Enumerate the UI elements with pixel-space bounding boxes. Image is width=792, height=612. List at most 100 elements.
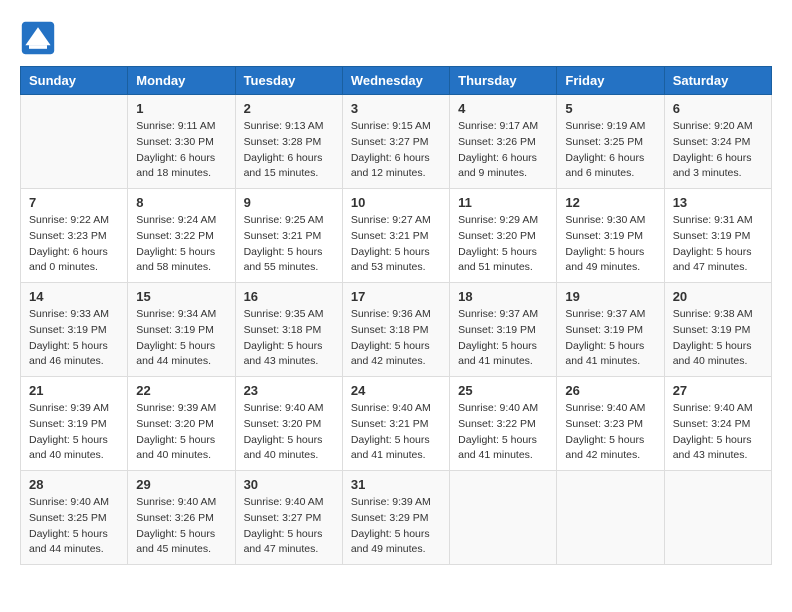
day-number: 21 [29, 383, 119, 398]
day-info: Sunrise: 9:30 AM Sunset: 3:19 PM Dayligh… [565, 213, 655, 276]
calendar-cell: 30 Sunrise: 9:40 AM Sunset: 3:27 PM Dayli… [235, 471, 342, 565]
calendar-cell: 1Sunrise: 9:11 AM Sunset: 3:30 PM Daylig… [128, 95, 235, 189]
day-info: Sunrise: 9:29 AM Sunset: 3:20 PM Dayligh… [458, 213, 548, 276]
day-number: 11 [458, 195, 548, 210]
day-info: Sunrise: 9:39 AM Sunset: 3:19 PM Dayligh… [29, 401, 119, 464]
day-number: 17 [351, 289, 441, 304]
day-number: 6 [673, 101, 763, 116]
week-row-2: 7 Sunrise: 9:22 AM Sunset: 3:23 PM Daylig… [21, 189, 772, 283]
header-cell-tuesday: Tuesday [235, 67, 342, 95]
calendar-cell: 3 Sunrise: 9:15 AM Sunset: 3:27 PM Daylig… [342, 95, 449, 189]
calendar-cell: 6 Sunrise: 9:20 AM Sunset: 3:24 PM Daylig… [664, 95, 771, 189]
day-info: Sunrise: 9:38 AM Sunset: 3:19 PM Dayligh… [673, 307, 763, 370]
day-info: Sunrise: 9:37 AM Sunset: 3:19 PM Dayligh… [565, 307, 655, 370]
calendar-cell: 15Sunrise: 9:34 AM Sunset: 3:19 PM Dayli… [128, 283, 235, 377]
day-info: Sunrise: 9:39 AM Sunset: 3:29 PM Dayligh… [351, 495, 441, 558]
day-info: Sunrise: 9:15 AM Sunset: 3:27 PM Dayligh… [351, 119, 441, 182]
header-cell-wednesday: Wednesday [342, 67, 449, 95]
calendar-table: SundayMondayTuesdayWednesdayThursdayFrid… [20, 66, 772, 565]
day-info: Sunrise: 9:11 AM Sunset: 3:30 PM Dayligh… [136, 119, 226, 182]
day-info: Sunrise: 9:40 AM Sunset: 3:22 PM Dayligh… [458, 401, 548, 464]
day-info: Sunrise: 9:34 AM Sunset: 3:19 PM Dayligh… [136, 307, 226, 370]
day-number: 19 [565, 289, 655, 304]
day-number: 16 [244, 289, 334, 304]
calendar-cell: 23Sunrise: 9:40 AM Sunset: 3:20 PM Dayli… [235, 377, 342, 471]
day-info: Sunrise: 9:27 AM Sunset: 3:21 PM Dayligh… [351, 213, 441, 276]
calendar-cell: 14 Sunrise: 9:33 AM Sunset: 3:19 PM Dayli… [21, 283, 128, 377]
calendar-cell: 31 Sunrise: 9:39 AM Sunset: 3:29 PM Dayli… [342, 471, 449, 565]
day-number: 18 [458, 289, 548, 304]
day-info: Sunrise: 9:19 AM Sunset: 3:25 PM Dayligh… [565, 119, 655, 182]
day-number: 29 [136, 477, 226, 492]
calendar-cell: 27 Sunrise: 9:40 AM Sunset: 3:24 PM Dayli… [664, 377, 771, 471]
calendar-cell: 2 Sunrise: 9:13 AM Sunset: 3:28 PM Daylig… [235, 95, 342, 189]
calendar-cell: 18 Sunrise: 9:37 AM Sunset: 3:19 PM Dayli… [450, 283, 557, 377]
day-info: Sunrise: 9:22 AM Sunset: 3:23 PM Dayligh… [29, 213, 119, 276]
calendar-cell: 4 Sunrise: 9:17 AM Sunset: 3:26 PM Daylig… [450, 95, 557, 189]
calendar-cell: 11 Sunrise: 9:29 AM Sunset: 3:20 PM Dayli… [450, 189, 557, 283]
header-row: SundayMondayTuesdayWednesdayThursdayFrid… [21, 67, 772, 95]
calendar-cell: 19 Sunrise: 9:37 AM Sunset: 3:19 PM Dayli… [557, 283, 664, 377]
calendar-cell: 25 Sunrise: 9:40 AM Sunset: 3:22 PM Dayli… [450, 377, 557, 471]
day-info: Sunrise: 9:40 AM Sunset: 3:21 PM Dayligh… [351, 401, 441, 464]
calendar-cell: 7 Sunrise: 9:22 AM Sunset: 3:23 PM Daylig… [21, 189, 128, 283]
day-info: Sunrise: 9:20 AM Sunset: 3:24 PM Dayligh… [673, 119, 763, 182]
day-number: 14 [29, 289, 119, 304]
calendar-cell: 22Sunrise: 9:39 AM Sunset: 3:20 PM Dayli… [128, 377, 235, 471]
day-number: 8 [136, 195, 226, 210]
day-number: 3 [351, 101, 441, 116]
day-info: Sunrise: 9:25 AM Sunset: 3:21 PM Dayligh… [244, 213, 334, 276]
header-cell-saturday: Saturday [664, 67, 771, 95]
logo-icon [20, 20, 56, 56]
day-number: 22 [136, 383, 226, 398]
day-info: Sunrise: 9:35 AM Sunset: 3:18 PM Dayligh… [244, 307, 334, 370]
day-number: 25 [458, 383, 548, 398]
day-number: 24 [351, 383, 441, 398]
calendar-body: 1Sunrise: 9:11 AM Sunset: 3:30 PM Daylig… [21, 95, 772, 565]
day-info: Sunrise: 9:40 AM Sunset: 3:25 PM Dayligh… [29, 495, 119, 558]
calendar-cell: 26Sunrise: 9:40 AM Sunset: 3:23 PM Dayli… [557, 377, 664, 471]
header-cell-thursday: Thursday [450, 67, 557, 95]
day-number: 9 [244, 195, 334, 210]
week-row-1: 1Sunrise: 9:11 AM Sunset: 3:30 PM Daylig… [21, 95, 772, 189]
day-number: 4 [458, 101, 548, 116]
calendar-cell: 29Sunrise: 9:40 AM Sunset: 3:26 PM Dayli… [128, 471, 235, 565]
day-number: 28 [29, 477, 119, 492]
week-row-3: 14 Sunrise: 9:33 AM Sunset: 3:19 PM Dayli… [21, 283, 772, 377]
day-number: 7 [29, 195, 119, 210]
day-info: Sunrise: 9:13 AM Sunset: 3:28 PM Dayligh… [244, 119, 334, 182]
day-info: Sunrise: 9:40 AM Sunset: 3:24 PM Dayligh… [673, 401, 763, 464]
calendar-cell: 28 Sunrise: 9:40 AM Sunset: 3:25 PM Dayli… [21, 471, 128, 565]
header-cell-friday: Friday [557, 67, 664, 95]
calendar-cell: 13Sunrise: 9:31 AM Sunset: 3:19 PM Dayli… [664, 189, 771, 283]
day-number: 2 [244, 101, 334, 116]
calendar-cell [557, 471, 664, 565]
calendar-cell [450, 471, 557, 565]
day-number: 31 [351, 477, 441, 492]
header-cell-sunday: Sunday [21, 67, 128, 95]
calendar-cell: 12 Sunrise: 9:30 AM Sunset: 3:19 PM Dayli… [557, 189, 664, 283]
day-info: Sunrise: 9:40 AM Sunset: 3:27 PM Dayligh… [244, 495, 334, 558]
day-number: 30 [244, 477, 334, 492]
calendar-cell: 21 Sunrise: 9:39 AM Sunset: 3:19 PM Dayli… [21, 377, 128, 471]
day-number: 12 [565, 195, 655, 210]
page-header [20, 20, 772, 56]
day-number: 27 [673, 383, 763, 398]
day-info: Sunrise: 9:36 AM Sunset: 3:18 PM Dayligh… [351, 307, 441, 370]
day-info: Sunrise: 9:17 AM Sunset: 3:26 PM Dayligh… [458, 119, 548, 182]
calendar-cell: 16 Sunrise: 9:35 AM Sunset: 3:18 PM Dayli… [235, 283, 342, 377]
day-info: Sunrise: 9:37 AM Sunset: 3:19 PM Dayligh… [458, 307, 548, 370]
day-info: Sunrise: 9:24 AM Sunset: 3:22 PM Dayligh… [136, 213, 226, 276]
calendar-cell [664, 471, 771, 565]
calendar-cell: 9 Sunrise: 9:25 AM Sunset: 3:21 PM Daylig… [235, 189, 342, 283]
calendar-header: SundayMondayTuesdayWednesdayThursdayFrid… [21, 67, 772, 95]
day-number: 10 [351, 195, 441, 210]
calendar-cell: 20 Sunrise: 9:38 AM Sunset: 3:19 PM Dayli… [664, 283, 771, 377]
day-number: 26 [565, 383, 655, 398]
day-info: Sunrise: 9:33 AM Sunset: 3:19 PM Dayligh… [29, 307, 119, 370]
day-info: Sunrise: 9:40 AM Sunset: 3:20 PM Dayligh… [244, 401, 334, 464]
week-row-4: 21 Sunrise: 9:39 AM Sunset: 3:19 PM Dayli… [21, 377, 772, 471]
day-info: Sunrise: 9:31 AM Sunset: 3:19 PM Dayligh… [673, 213, 763, 276]
header-cell-monday: Monday [128, 67, 235, 95]
day-number: 20 [673, 289, 763, 304]
